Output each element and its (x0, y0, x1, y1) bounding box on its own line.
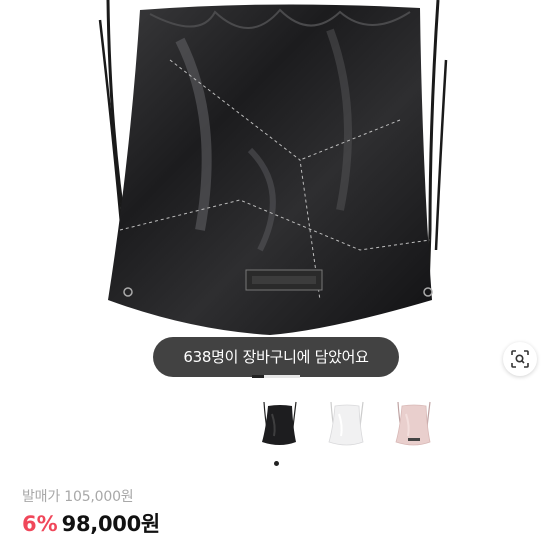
discount-rate: 6% (22, 512, 58, 536)
lens-search-icon (511, 350, 529, 368)
thumbnail-white[interactable] (317, 398, 375, 456)
drawstring-backpack-photo (98, 0, 448, 335)
list-price: 발매가 105,000원 (22, 489, 134, 505)
sale-price: 98,000원 (61, 512, 161, 536)
white-bag-thumbnail-image (328, 401, 364, 446)
pink-bag-thumbnail-image (395, 401, 431, 446)
lens-search-button[interactable] (503, 342, 537, 376)
selected-thumbnail-indicator (274, 461, 279, 466)
product-main-image[interactable] (0, 0, 552, 388)
price-row: 6% 98,000원 (22, 508, 160, 538)
thumbnail-pink[interactable] (384, 398, 442, 456)
cart-count-toast: 638명이 장바구니에 담았어요 (153, 337, 399, 377)
black-bag-thumbnail-image (262, 401, 297, 445)
image-pager-progress-fill (252, 375, 264, 378)
thumbnail-black[interactable] (250, 398, 308, 456)
image-pager-progress (252, 375, 300, 378)
